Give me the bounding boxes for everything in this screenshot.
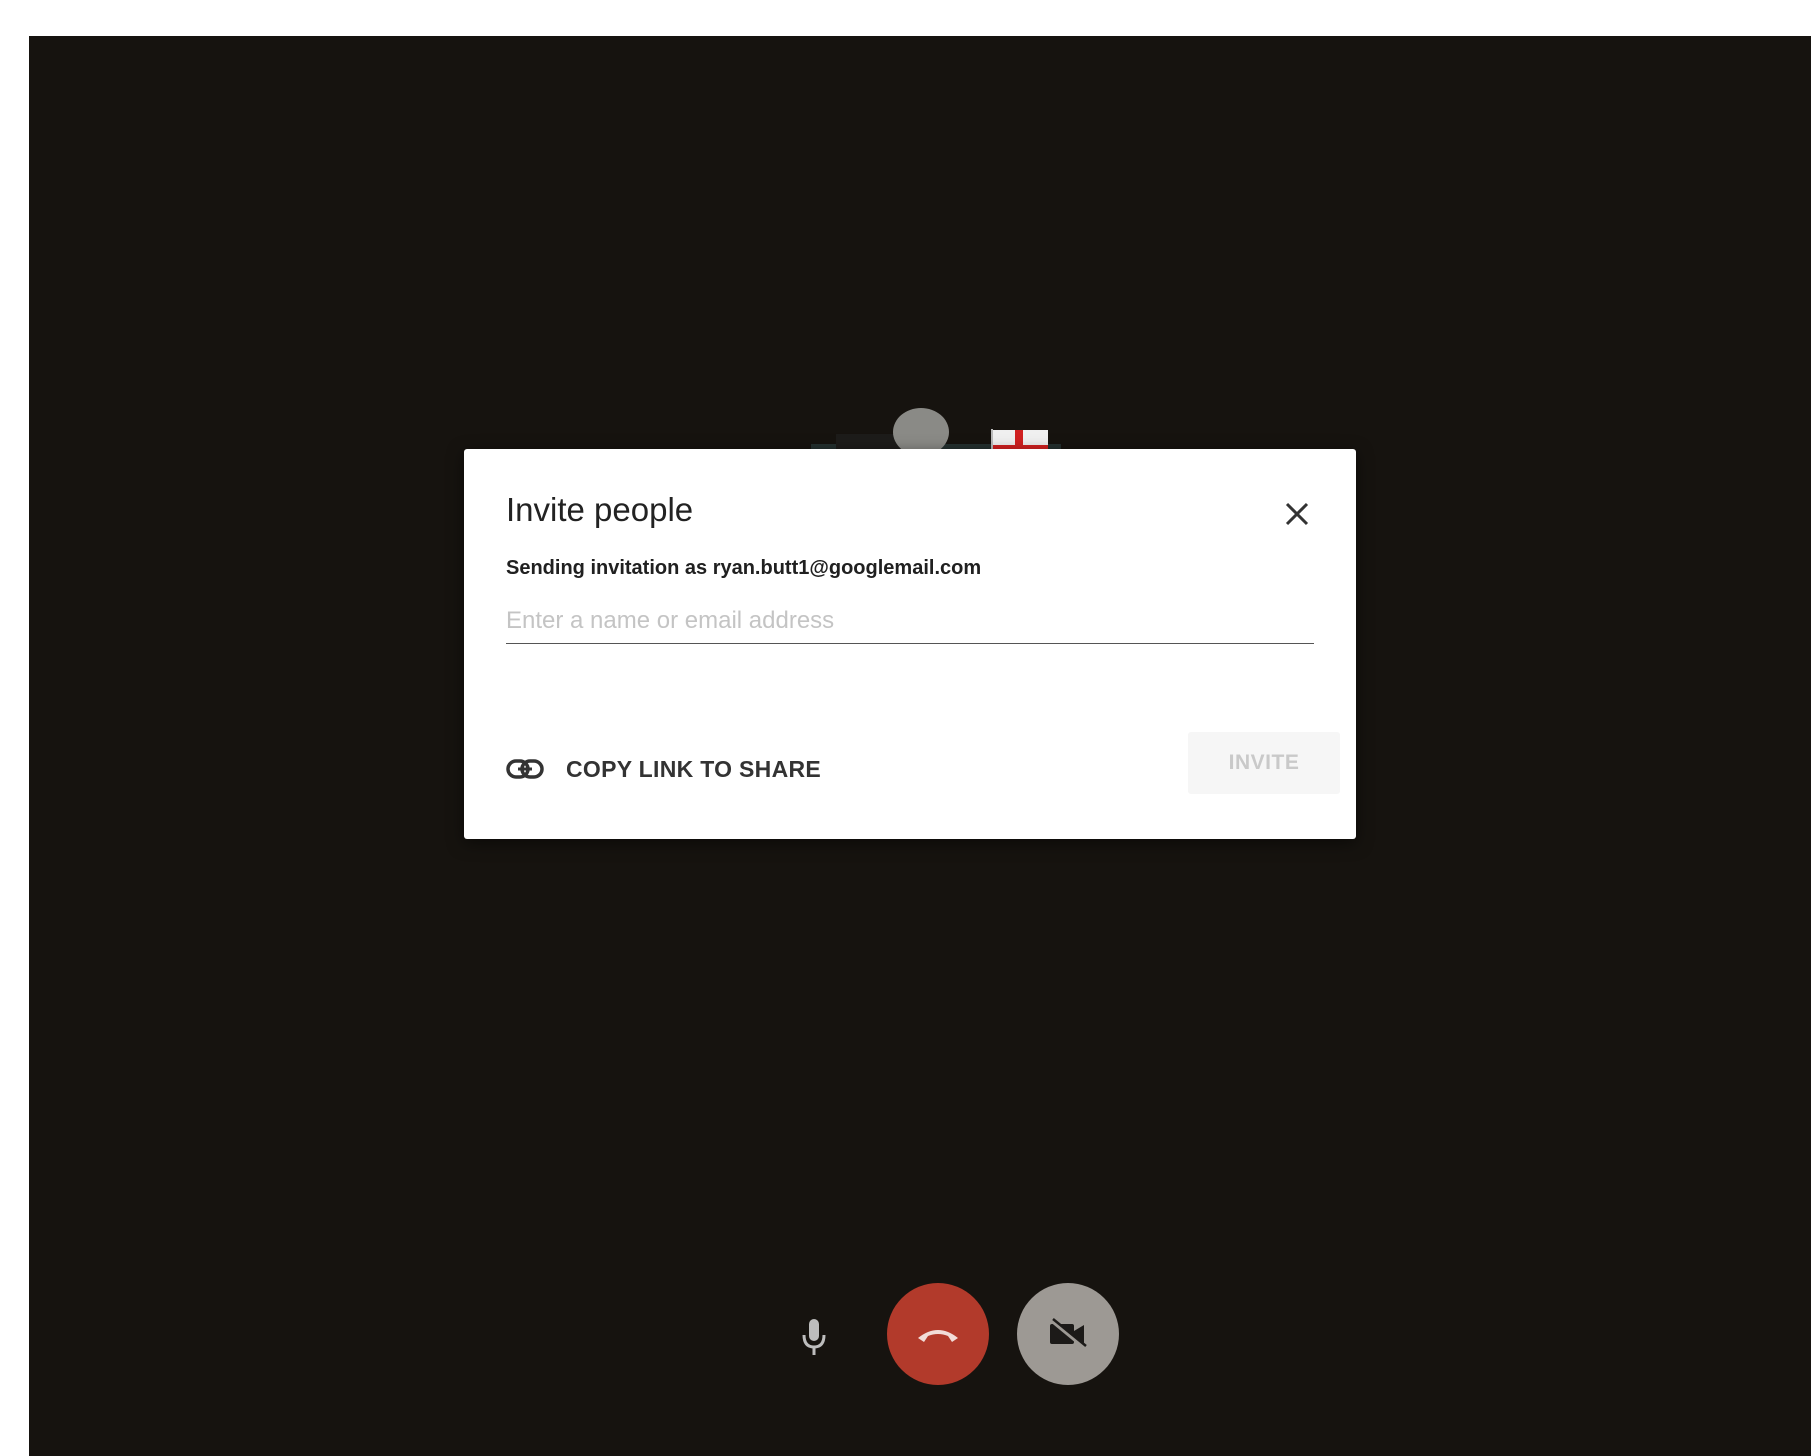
invite-button[interactable]: INVITE [1188,732,1340,794]
copy-link-button[interactable]: COPY LINK TO SHARE [506,747,821,791]
camera-off-icon [1049,1318,1087,1350]
sender-info: Sending invitation as ryan.butt1@googlem… [506,557,982,579]
dialog-title: Invite people [506,491,694,528]
close-button[interactable] [1274,491,1320,537]
hangup-button[interactable] [887,1283,989,1385]
invite-recipient-input[interactable] [506,599,1314,644]
microphone-icon [802,1319,826,1355]
invite-people-dialog: Invite people Sending invitation as ryan… [464,449,1356,839]
microphone-button[interactable] [789,1307,839,1367]
link-icon [506,759,544,779]
camera-toggle-button[interactable] [1017,1283,1119,1385]
copy-link-label: COPY LINK TO SHARE [566,755,822,782]
hangup-icon [918,1330,958,1342]
close-icon [1285,502,1309,526]
